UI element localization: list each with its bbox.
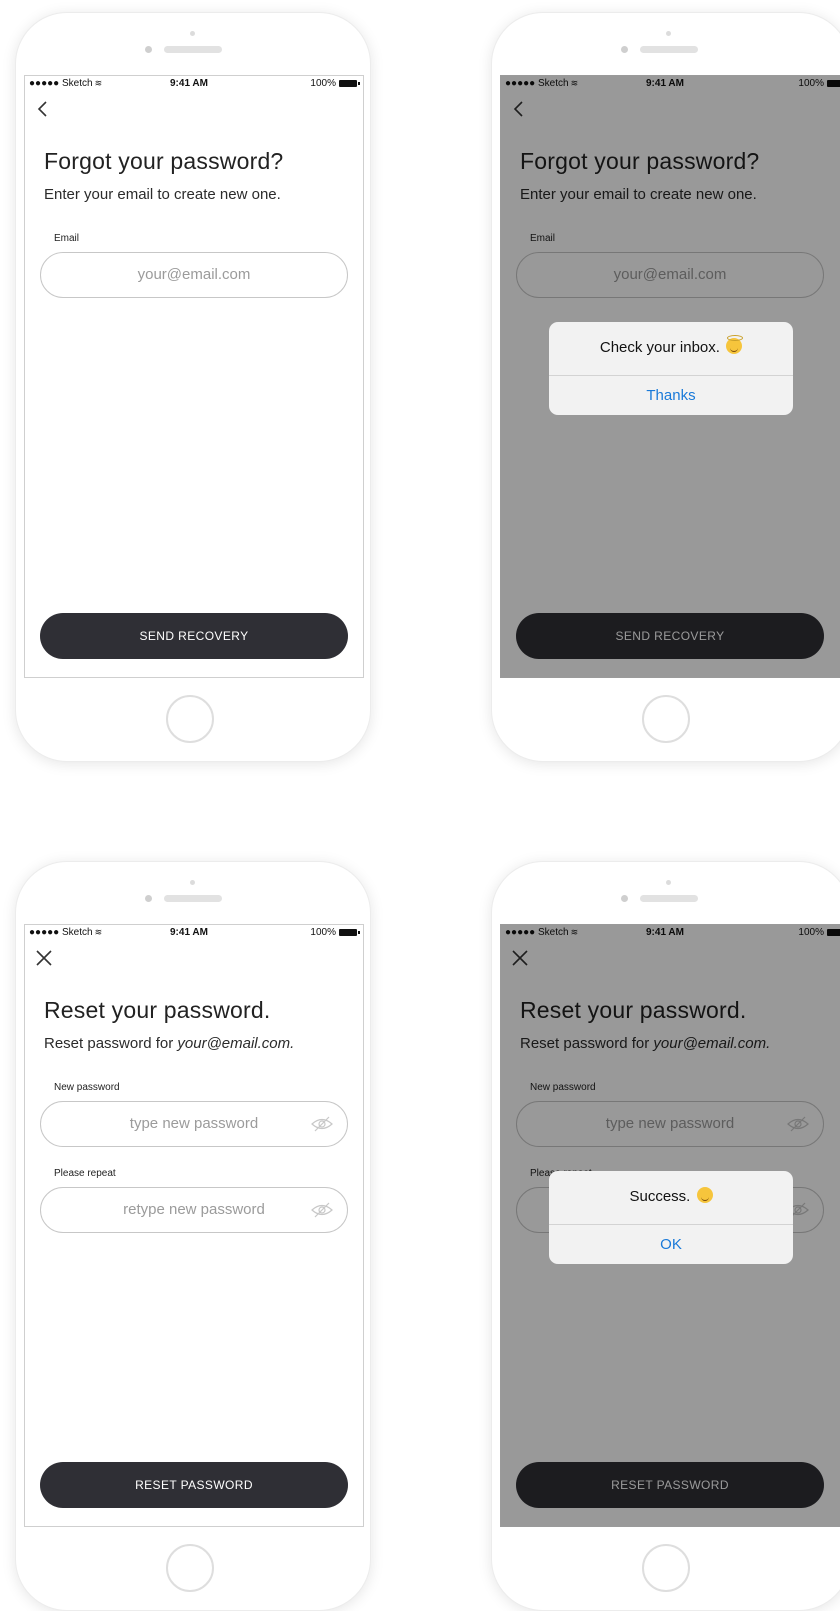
- smile-emoji-icon: [696, 1187, 713, 1203]
- home-button[interactable]: [642, 1544, 690, 1592]
- email-label: Email: [54, 233, 80, 244]
- status-time: 9:41 AM: [170, 927, 208, 938]
- screen: ●●●●● Sketch ≋ 9:41 AM 100% Forgot your p…: [500, 75, 840, 678]
- email-field[interactable]: your@email.com: [40, 252, 348, 298]
- earpiece-speaker: [164, 895, 222, 902]
- front-camera: [621, 895, 628, 902]
- carrier-label: ●●●●● Sketch ≋: [29, 927, 103, 938]
- new-password-label: New password: [54, 1082, 120, 1093]
- repeat-password-field[interactable]: retype new password: [40, 1187, 348, 1233]
- battery-icon: [339, 929, 360, 936]
- phone-reset-password-alert: ●●●●● Sketch ≋ 9:41 AM 100% Reset your pa…: [491, 861, 840, 1611]
- repeat-password-label: Please repeat: [54, 1168, 116, 1179]
- page-title: Reset your password.: [44, 997, 271, 1023]
- reset-password-button[interactable]: RESET PASSWORD: [40, 1462, 348, 1508]
- page-subtitle: Enter your email to create new one.: [44, 186, 281, 203]
- home-button[interactable]: [166, 695, 214, 743]
- battery-percent: 100%: [310, 78, 336, 89]
- battery-percent: 100%: [310, 927, 336, 938]
- email-placeholder: your@email.com: [137, 266, 251, 283]
- wifi-icon: ≋: [94, 927, 103, 937]
- earpiece-speaker: [164, 46, 222, 53]
- close-icon[interactable]: [33, 947, 55, 969]
- send-recovery-button[interactable]: SEND RECOVERY: [40, 613, 348, 659]
- battery: 100%: [310, 78, 360, 89]
- proximity-sensor: [666, 880, 671, 885]
- screen: ●●●●● Sketch ≋ 9:41 AM 100% Forgot your p…: [24, 75, 364, 678]
- proximity-sensor: [190, 880, 195, 885]
- front-camera: [145, 895, 152, 902]
- screen: ●●●●● Sketch ≋ 9:41 AM 100% Reset your pa…: [500, 924, 840, 1527]
- battery: 100%: [310, 927, 360, 938]
- alert-message: Success.: [549, 1187, 793, 1205]
- alert-dialog: Check your inbox. Thanks: [549, 322, 793, 415]
- new-password-field[interactable]: type new password: [40, 1101, 348, 1147]
- proximity-sensor: [666, 31, 671, 36]
- front-camera: [145, 46, 152, 53]
- proximity-sensor: [190, 31, 195, 36]
- alert-message: Check your inbox.: [549, 335, 793, 356]
- carrier-label: ●●●●● Sketch ≋: [29, 78, 103, 89]
- eye-slash-icon[interactable]: [311, 1202, 333, 1218]
- phone-forgot-password-alert: ●●●●● Sketch ≋ 9:41 AM 100% Forgot your p…: [491, 12, 840, 762]
- new-password-placeholder: type new password: [129, 1115, 259, 1132]
- eye-slash-icon[interactable]: [311, 1116, 333, 1132]
- phone-reset-password: ●●●●● Sketch ≋ 9:41 AM 100% Reset your pa…: [15, 861, 371, 1611]
- home-button[interactable]: [166, 1544, 214, 1592]
- front-camera: [621, 46, 628, 53]
- status-time: 9:41 AM: [170, 78, 208, 89]
- status-bar: ●●●●● Sketch ≋ 9:41 AM 100%: [25, 925, 363, 941]
- repeat-password-placeholder: retype new password: [123, 1201, 265, 1218]
- battery-icon: [339, 80, 360, 87]
- earpiece-speaker: [640, 895, 698, 902]
- earpiece-speaker: [640, 46, 698, 53]
- alert-dialog: Success. OK: [549, 1171, 793, 1264]
- subtitle-email: your@email.com.: [177, 1035, 295, 1052]
- ok-button[interactable]: OK: [549, 1224, 793, 1264]
- thanks-button[interactable]: Thanks: [549, 375, 793, 415]
- status-bar: ●●●●● Sketch ≋ 9:41 AM 100%: [25, 76, 363, 92]
- home-button[interactable]: [642, 695, 690, 743]
- page-subtitle: Reset password for your@email.com.: [44, 1035, 295, 1052]
- page-title: Forgot your password?: [44, 148, 284, 174]
- screen: ●●●●● Sketch ≋ 9:41 AM 100% Reset your pa…: [24, 924, 364, 1527]
- phone-forgot-password: ●●●●● Sketch ≋ 9:41 AM 100% Forgot your p…: [15, 12, 371, 762]
- innocent-emoji-icon: [726, 335, 744, 354]
- chevron-left-icon[interactable]: [33, 98, 55, 120]
- wifi-icon: ≋: [94, 78, 103, 88]
